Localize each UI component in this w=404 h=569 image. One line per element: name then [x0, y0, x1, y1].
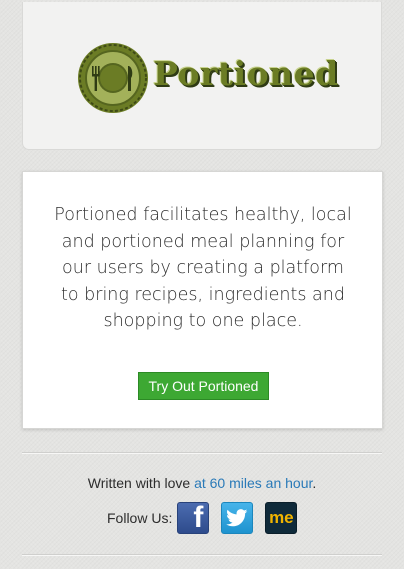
logo-card: Portioned — [22, 2, 382, 150]
twitter-bird-icon — [226, 509, 248, 527]
twitter-icon[interactable] — [221, 502, 254, 534]
aboutme-icon[interactable]: me — [265, 502, 298, 534]
facebook-glyph: f — [193, 502, 204, 534]
aboutme-glyph: me — [269, 508, 294, 527]
facebook-icon[interactable]: f — [177, 502, 210, 534]
written-with-love-line: Written with love at 60 miles an hour. — [0, 474, 404, 492]
speed-link[interactable]: at 60 miles an hour — [194, 475, 312, 491]
follow-us-label: Follow Us: — [107, 510, 173, 526]
footer-divider-top — [22, 452, 382, 454]
written-suffix: . — [312, 475, 317, 491]
intro-description: Portioned facilitates healthy, local and… — [54, 205, 352, 331]
footer-divider-bottom — [22, 554, 382, 556]
written-prefix: Written with love — [87, 475, 195, 491]
follow-us-row: Follow Us: f me — [107, 502, 307, 534]
try-out-button[interactable]: Try Out Portioned — [138, 372, 269, 400]
plate-logo-icon — [78, 43, 148, 113]
intro-card: Portioned facilitates healthy, local and… — [22, 171, 383, 429]
brand-wordmark: Portioned — [153, 54, 339, 93]
